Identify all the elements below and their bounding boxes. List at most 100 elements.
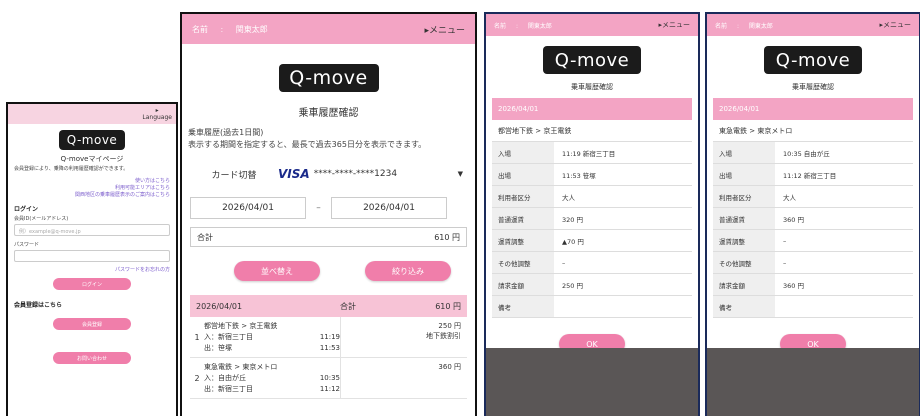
date-range: 2026/04/01 – 2026/04/01 <box>190 197 467 219</box>
qmove-logo: Q-move <box>278 64 379 92</box>
trip-exit-time: 11:12 <box>319 385 340 393</box>
language-arrow-icon: ▸ <box>155 107 159 114</box>
trip-entry: 入：新宿三丁目 <box>204 333 253 341</box>
login-top-bar: ▸ Language <box>8 104 176 124</box>
trip-entry-time: 10:35 <box>319 374 340 382</box>
normal-fare-value: 320 円 <box>562 215 583 224</box>
login-description: 会員登録により、乗降の利用履歴確認ができます。 <box>14 166 129 172</box>
user-label: 名前 <box>494 22 507 30</box>
trip-number: 1 <box>194 332 200 342</box>
trip-detail: 東急電鉄 > 東京メトロ 入：自由が丘 10:35 出：新宿三丁目 11:12 <box>204 358 340 398</box>
fare-adjust-label: 運賃調整 <box>492 230 554 251</box>
trip-fare: 360 円 <box>438 363 461 371</box>
sort-button[interactable]: 並べ替え <box>234 261 320 281</box>
history-period-note: 表示する期間を指定すると、最長で過去365日分を表示できます。 <box>188 140 427 149</box>
user-name: 関東太郎 <box>527 22 552 30</box>
how-to-link[interactable]: 使い方はこちら <box>14 178 170 185</box>
remarks-label: 備考 <box>492 296 554 317</box>
exit-value: 11:53 笹塚 <box>562 171 596 180</box>
page-title: 乗車履歴確認 <box>792 83 834 91</box>
fare-adjust-row: 運賃調整 – <box>713 230 913 252</box>
entry-label: 入場 <box>492 142 554 163</box>
trip-row[interactable]: 2 東急電鉄 > 東京メトロ 入：自由が丘 10:35 出：新宿三丁目 11:12 … <box>190 358 467 399</box>
card-select[interactable]: VISA ****-****-****1234 ▼ <box>278 167 467 181</box>
menu-button[interactable]: ▸メニュー <box>424 23 465 36</box>
fare-adjust-value: – <box>783 236 787 245</box>
qmove-logo: Q-move <box>764 46 862 74</box>
user-type-value: 大人 <box>783 193 796 202</box>
fare-adjust-value: ▲70 円 <box>562 237 584 246</box>
forgot-password-link[interactable]: パスワードをお忘れの方 <box>8 266 176 273</box>
remarks-row: 備考 <box>492 296 692 318</box>
language-button[interactable]: ▸ Language <box>142 107 172 121</box>
overlay-backdrop <box>486 348 698 416</box>
history-group-header: 2026/04/01 合計 610 円 <box>190 295 467 317</box>
charge-label: 請求金額 <box>713 274 775 295</box>
user-type-value: 大人 <box>562 193 575 202</box>
trip-exit: 出：笹塚 <box>204 344 232 352</box>
qmove-logo: Q-move <box>59 130 125 150</box>
menu-button[interactable]: ▸メニュー <box>879 20 911 30</box>
user-type-row: 利用者区分 大人 <box>713 186 913 208</box>
other-adjust-row: その他調整 – <box>492 252 692 274</box>
detail-route: 都営地下鉄 > 京王電鉄 <box>492 120 692 142</box>
trip-entry: 入：自由が丘 <box>204 374 246 382</box>
total-row: 合計 610 円 <box>190 227 467 247</box>
register-heading: 会員登録はこちら <box>14 302 63 309</box>
charge-label: 請求金額 <box>492 274 554 295</box>
remarks-label: 備考 <box>713 296 775 317</box>
user-name: 関東太郎 <box>235 24 268 34</box>
other-adjust-value: – <box>562 258 566 267</box>
group-date: 2026/04/01 <box>196 301 243 311</box>
header-bar: 名前 : 関東太郎 ▸メニュー <box>182 14 475 44</box>
area-link[interactable]: 利用可能エリアはこちら <box>14 185 170 192</box>
divider: : <box>220 24 224 34</box>
normal-fare-value: 360 円 <box>783 215 804 224</box>
exit-row: 出場 11:53 笹塚 <box>492 164 692 186</box>
charge-row: 請求金額 250 円 <box>492 274 692 296</box>
password-input[interactable] <box>14 250 170 262</box>
visa-icon: VISA <box>278 167 310 181</box>
entry-row: 入場 11:19 新宿三丁目 <box>492 142 692 164</box>
entry-value: 11:19 新宿三丁目 <box>562 149 616 158</box>
divider: : <box>736 22 739 30</box>
trip-route: 東急電鉄 > 東京メトロ <box>204 363 278 371</box>
member-id-input[interactable]: 例）example@q-move.jp <box>14 224 170 236</box>
date-from-field[interactable]: 2026/04/01 <box>190 197 306 219</box>
header-bar: 名前 : 関東太郎 ▸メニュー <box>486 14 698 36</box>
charge-value: 250 円 <box>562 281 583 290</box>
login-button[interactable]: ログイン <box>53 278 131 290</box>
login-screen: ▸ Language Q-move Q-moveマイページ 会員登録により、乗降… <box>6 102 178 416</box>
kansai-info-link[interactable]: 関西地区の乗車履歴表示のご案内はこちら <box>14 192 170 199</box>
trip-number: 2 <box>194 373 200 383</box>
trip-row[interactable]: 1 都営地下鉄 > 京王電鉄 入：新宿三丁目 11:19 出：笹塚 11:53 25… <box>190 317 467 358</box>
trip-detail-screen-1: 名前 : 関東太郎 ▸メニュー Q-move 乗車履歴確認 2026/04/01… <box>484 12 700 416</box>
overlay-backdrop <box>707 348 919 416</box>
group-total-label: 合計 <box>340 301 356 311</box>
date-separator: – <box>316 203 321 213</box>
trip-fare: 250 円 <box>438 322 461 330</box>
filter-button[interactable]: 絞り込み <box>365 261 451 281</box>
user-type-label: 利用者区分 <box>713 186 775 207</box>
action-buttons: 並べ替え 絞り込み <box>234 261 451 281</box>
user-info: 名前 : 関東太郎 <box>192 24 268 35</box>
trip-entry-time: 11:19 <box>319 333 340 341</box>
help-links: 使い方はこちら 利用可能エリアはこちら 関西地区の乗車履歴表示のご案内はこちら <box>8 173 176 199</box>
date-to-field[interactable]: 2026/04/01 <box>331 197 447 219</box>
header-bar: 名前 : 関東太郎 ▸メニュー <box>707 14 919 36</box>
contact-button[interactable]: お問い合わせ <box>53 352 131 364</box>
user-label: 名前 <box>715 22 728 30</box>
trip-exit: 出：新宿三丁目 <box>204 385 253 393</box>
user-info: 名前 : 関東太郎 <box>494 21 552 30</box>
trip-detail: 都営地下鉄 > 京王電鉄 入：新宿三丁目 11:19 出：笹塚 11:53 <box>204 317 340 357</box>
other-adjust-row: その他調整 – <box>713 252 913 274</box>
menu-button[interactable]: ▸メニュー <box>658 20 690 30</box>
history-table: 2026/04/01 合計 610 円 1 都営地下鉄 > 京王電鉄 入：新宿三… <box>190 295 467 399</box>
history-period-label: 乗車履歴(過去1日間) <box>188 128 264 137</box>
register-button[interactable]: 会員登録 <box>53 318 131 330</box>
remarks-row: 備考 <box>713 296 913 318</box>
member-id-label: 会員ID(メールアドレス) <box>14 216 69 222</box>
entry-label: 入場 <box>713 142 775 163</box>
password-label: パスワード <box>14 242 40 248</box>
trip-fare-cell: 360 円 <box>340 358 467 398</box>
